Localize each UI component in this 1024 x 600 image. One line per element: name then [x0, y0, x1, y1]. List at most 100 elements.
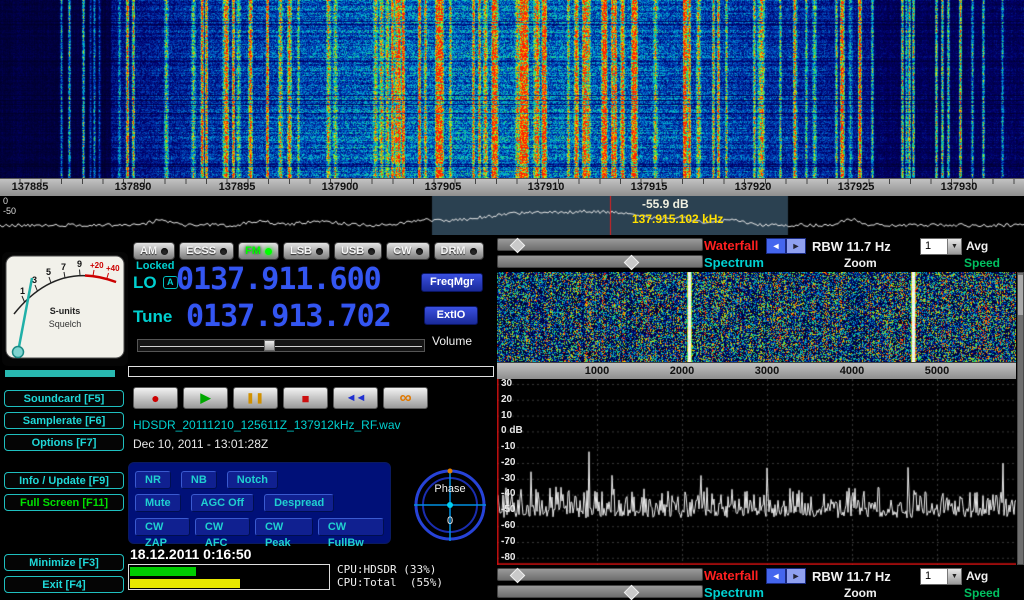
spectrum-tab-top[interactable]: Spectrum [704, 255, 764, 270]
fullscreen-button[interactable]: Full Screen [F11] [4, 494, 124, 511]
spectrum-tab-bottom[interactable]: Spectrum [704, 585, 764, 600]
mute-button[interactable]: Mute [135, 494, 181, 512]
volume-slider[interactable] [137, 339, 425, 352]
record-icon: ● [151, 390, 159, 406]
slider-thumb[interactable] [510, 238, 526, 254]
avg-select-top[interactable]: 1 ▼ [920, 238, 962, 255]
mode-cw[interactable]: CW [386, 242, 429, 260]
slider-thumb[interactable] [624, 585, 640, 600]
mode-fm[interactable]: FM [238, 242, 279, 260]
pause-icon: ❚❚ [246, 393, 265, 404]
samplerate-button[interactable]: Samplerate [F6] [4, 412, 124, 429]
dsp-panel: NR NB Notch Mute AGC Off Despread CW ZAP… [128, 462, 391, 544]
loop-button[interactable]: ∞ [383, 387, 428, 409]
rbw-label-top: RBW 11.7 Hz [812, 239, 891, 254]
rbw-right-arrow[interactable]: ► [786, 568, 806, 584]
waterfall-contrast-slider-top[interactable] [497, 238, 703, 251]
nr-button[interactable]: NR [135, 471, 171, 489]
db-axis-label: 30 [501, 378, 512, 389]
freq-label: 137900 [316, 181, 364, 193]
cpu-hdsdr-bar [130, 567, 196, 576]
af-spectrum-display[interactable] [497, 379, 1016, 565]
record-button[interactable]: ● [133, 387, 178, 409]
volume-thumb[interactable] [264, 340, 275, 351]
af-scale-label: 3000 [747, 365, 787, 377]
rbw-left-arrow[interactable]: ◄ [766, 238, 786, 254]
info-update-button[interactable]: Info / Update [F9] [4, 472, 124, 489]
waterfall-contrast-slider-bottom[interactable] [497, 568, 703, 581]
waterfall-tab-bottom[interactable]: Waterfall [704, 568, 758, 583]
play-button[interactable]: ▶ [183, 387, 228, 409]
scrollbar-thumb[interactable] [1018, 275, 1023, 315]
rbw-left-arrow[interactable]: ◄ [766, 568, 786, 584]
transport-controls: ● ▶ ❚❚ ■ ◄◄ ∞ [133, 387, 428, 409]
stop-button[interactable]: ■ [283, 387, 328, 409]
agc-button[interactable]: AGC Off [191, 494, 254, 512]
lo-frequency-digits[interactable]: 0137.911.600 [176, 262, 381, 297]
despread-button[interactable]: Despread [264, 494, 334, 512]
zoom-label-bottom: Zoom [844, 586, 877, 600]
af-waterfall-display[interactable] [497, 272, 1016, 362]
slider-thumb[interactable] [510, 568, 526, 584]
db-axis-label: -70 [501, 536, 515, 547]
cpu-hdsdr-label: CPU:HDSDR (33%) [337, 563, 436, 576]
db-axis-label: 10 [501, 410, 512, 421]
chevron-down-icon[interactable]: ▼ [947, 569, 961, 584]
zoom-slider-bottom[interactable] [497, 585, 703, 598]
freq-label: 137925 [832, 181, 880, 193]
mode-am[interactable]: AM [133, 242, 175, 260]
options-button[interactable]: Options [F7] [4, 434, 124, 451]
recording-filename: HDSDR_20111210_125611Z_137912kHz_RF.wav [133, 418, 401, 432]
cw-afc-button[interactable]: CW AFC [195, 518, 250, 536]
exit-button[interactable]: Exit [F4] [4, 576, 124, 593]
af-frequency-scale[interactable]: 1000 2000 3000 4000 5000 [497, 362, 1016, 379]
mode-led [416, 248, 423, 255]
cw-zap-button[interactable]: CW ZAP [135, 518, 190, 536]
dsp-row: NR NB Notch [135, 471, 384, 489]
freq-label: 137930 [935, 181, 983, 193]
extio-button[interactable]: ExtIO [424, 306, 478, 325]
mode-usb[interactable]: USB [334, 242, 382, 260]
squelch-slider[interactable] [5, 370, 115, 377]
freqmgr-button[interactable]: FreqMgr [421, 273, 483, 292]
right-panel-scrollbar[interactable] [1017, 272, 1024, 565]
pause-button[interactable]: ❚❚ [233, 387, 278, 409]
af-scale-label: 5000 [917, 365, 957, 377]
waterfall-tab-top[interactable]: Waterfall [704, 238, 758, 253]
cw-fullbw-button[interactable]: CW FullBw [318, 518, 384, 536]
cpu-total-label: CPU:Total (55%) [337, 576, 443, 589]
nb-button[interactable]: NB [181, 471, 217, 489]
af-scale-label: 1000 [577, 365, 617, 377]
main-waterfall-display[interactable] [0, 0, 1024, 178]
minimize-button[interactable]: Minimize [F3] [4, 554, 124, 571]
overview-spectrum-display[interactable] [0, 196, 1024, 235]
svg-text:9: 9 [77, 259, 82, 269]
cpu-meter-box [128, 564, 330, 590]
chevron-down-icon[interactable]: ▼ [947, 239, 961, 254]
zoom-slider-top[interactable] [497, 255, 703, 268]
zoom-label-top: Zoom [844, 256, 877, 270]
mode-lsb[interactable]: LSB [283, 242, 330, 260]
speed-label-top: Speed [964, 256, 1000, 270]
playback-progress-bar[interactable] [128, 366, 494, 377]
af-scale-label: 2000 [662, 365, 702, 377]
db-axis-label: -30 [501, 473, 515, 484]
mode-drm[interactable]: DRM [434, 242, 484, 260]
frequency-scale[interactable]: 137885 137890 137895 137900 137905 13791… [0, 178, 1024, 196]
soundcard-button[interactable]: Soundcard [F5] [4, 390, 124, 407]
phase-dial[interactable]: Phase 0 [408, 463, 492, 547]
db-axis-label: -40 [501, 488, 515, 499]
notch-button[interactable]: Notch [227, 471, 278, 489]
tune-frequency-digits[interactable]: 0137.913.702 [186, 299, 391, 334]
volume-label: Volume [432, 334, 472, 348]
slider-thumb[interactable] [624, 255, 640, 271]
mode-ecss[interactable]: ECSS [179, 242, 234, 260]
rewind-button[interactable]: ◄◄ [333, 387, 378, 409]
mode-selector-row: AM ECSS FM LSB USB CW DRM [133, 242, 484, 260]
cw-peak-button[interactable]: CW Peak [255, 518, 313, 536]
mode-led [265, 248, 272, 255]
af-scale-label: 4000 [832, 365, 872, 377]
s-meter: 1 3 5 7 9 +20 +40 S-units Squelch [2, 252, 128, 366]
rbw-right-arrow[interactable]: ► [786, 238, 806, 254]
avg-select-bottom[interactable]: 1 ▼ [920, 568, 962, 585]
